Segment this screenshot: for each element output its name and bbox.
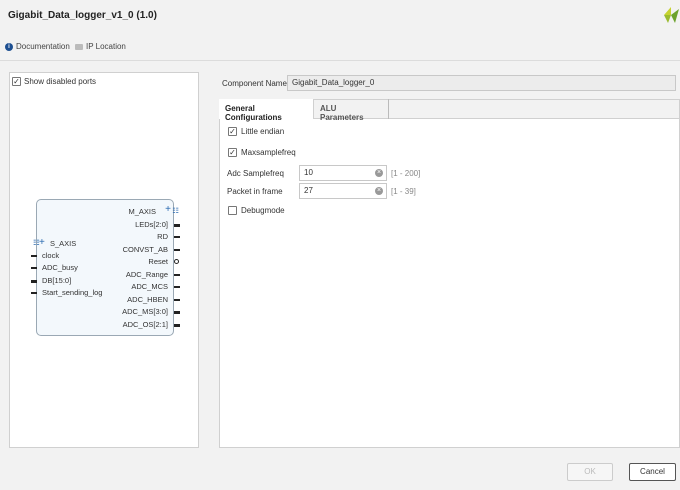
port-m-axis: M_AXIS (128, 207, 156, 216)
adc-samplefreq-value: 10 (304, 168, 313, 177)
packet-in-frame-label: Packet in frame (227, 187, 283, 196)
plus-icon[interactable]: + (39, 237, 45, 248)
adc-samplefreq-label: Adc Samplefreq (227, 169, 284, 178)
checkbox-box (228, 206, 237, 215)
checkmark-icon: ✓ (12, 76, 21, 86)
bus-interface-icon: ☷ (172, 206, 179, 215)
ok-button[interactable]: OK (567, 463, 613, 481)
tab-general-configurations[interactable]: General Configurations (219, 99, 314, 122)
port-adc-hben: ADC_HBEN (127, 295, 168, 304)
divider (0, 60, 680, 61)
adc-samplefreq-input[interactable]: 10 × (299, 165, 387, 181)
ip-location-link[interactable]: IP Location (75, 42, 126, 51)
config-tabs: General Configurations ALU Parameters ✓ L… (219, 99, 680, 448)
cancel-button[interactable]: Cancel (629, 463, 676, 481)
port-leds: LEDs[2:0] (135, 220, 168, 229)
ip-location-label: IP Location (86, 42, 126, 51)
checkmark-icon: ✓ (228, 147, 237, 157)
port-adc-os: ADC_OS[2:1] (122, 320, 168, 329)
port-s-axis: S_AXIS (50, 239, 77, 248)
component-name-input[interactable]: Gigabit_Data_logger_0 (287, 75, 676, 91)
folder-icon (75, 43, 83, 50)
little-endian-checkbox[interactable]: ✓ Little endian (228, 127, 284, 136)
port-db: DB[15:0] (42, 276, 72, 285)
ip-block-symbol: ☷ + S_AXIS clock ADC_busy DB[15:0] Start… (31, 199, 180, 336)
clear-icon[interactable]: × (375, 169, 383, 177)
debugmode-checkbox[interactable]: Debugmode (228, 206, 285, 215)
port-adc-mcs: ADC_MCS (131, 282, 168, 291)
debugmode-label: Debugmode (241, 206, 285, 215)
port-adc-range: ADC_Range (125, 270, 168, 279)
packet-in-frame-range: [1 - 39] (391, 187, 416, 196)
info-icon: i (5, 42, 13, 51)
packet-in-frame-input[interactable]: 27 × (299, 183, 387, 199)
clear-icon[interactable]: × (375, 187, 383, 195)
port-clock: clock (42, 251, 60, 260)
vivado-logo-icon (664, 7, 679, 23)
port-reset: Reset (148, 257, 168, 266)
little-endian-label: Little endian (241, 127, 285, 136)
maxsamplefreq-checkbox[interactable]: ✓ Maxsamplefreq (228, 148, 296, 157)
show-disabled-ports-label: Show disabled ports (24, 77, 97, 86)
port-convst-ab: CONVST_AB (122, 245, 168, 254)
documentation-label: Documentation (16, 42, 70, 51)
adc-samplefreq-range: [1 - 200] (391, 169, 421, 178)
plus-icon[interactable]: + (165, 204, 171, 215)
packet-in-frame-value: 27 (304, 186, 313, 195)
documentation-link[interactable]: i Documentation (5, 42, 70, 51)
tab-alu-parameters[interactable]: ALU Parameters (314, 99, 389, 122)
window-title: Gigabit_Data_logger_v1_0 (1.0) (8, 10, 157, 21)
show-disabled-ports-checkbox[interactable]: ✓ Show disabled ports (12, 77, 96, 86)
port-adc-ms: ADC_MS[3:0] (122, 307, 168, 316)
port-adc-busy: ADC_busy (42, 263, 78, 272)
component-name-label: Component Name (222, 79, 287, 88)
port-start-sending-log: Start_sending_log (42, 288, 103, 297)
maxsamplefreq-label: Maxsamplefreq (241, 148, 296, 157)
checkmark-icon: ✓ (228, 126, 237, 136)
port-rd: RD (157, 232, 168, 241)
